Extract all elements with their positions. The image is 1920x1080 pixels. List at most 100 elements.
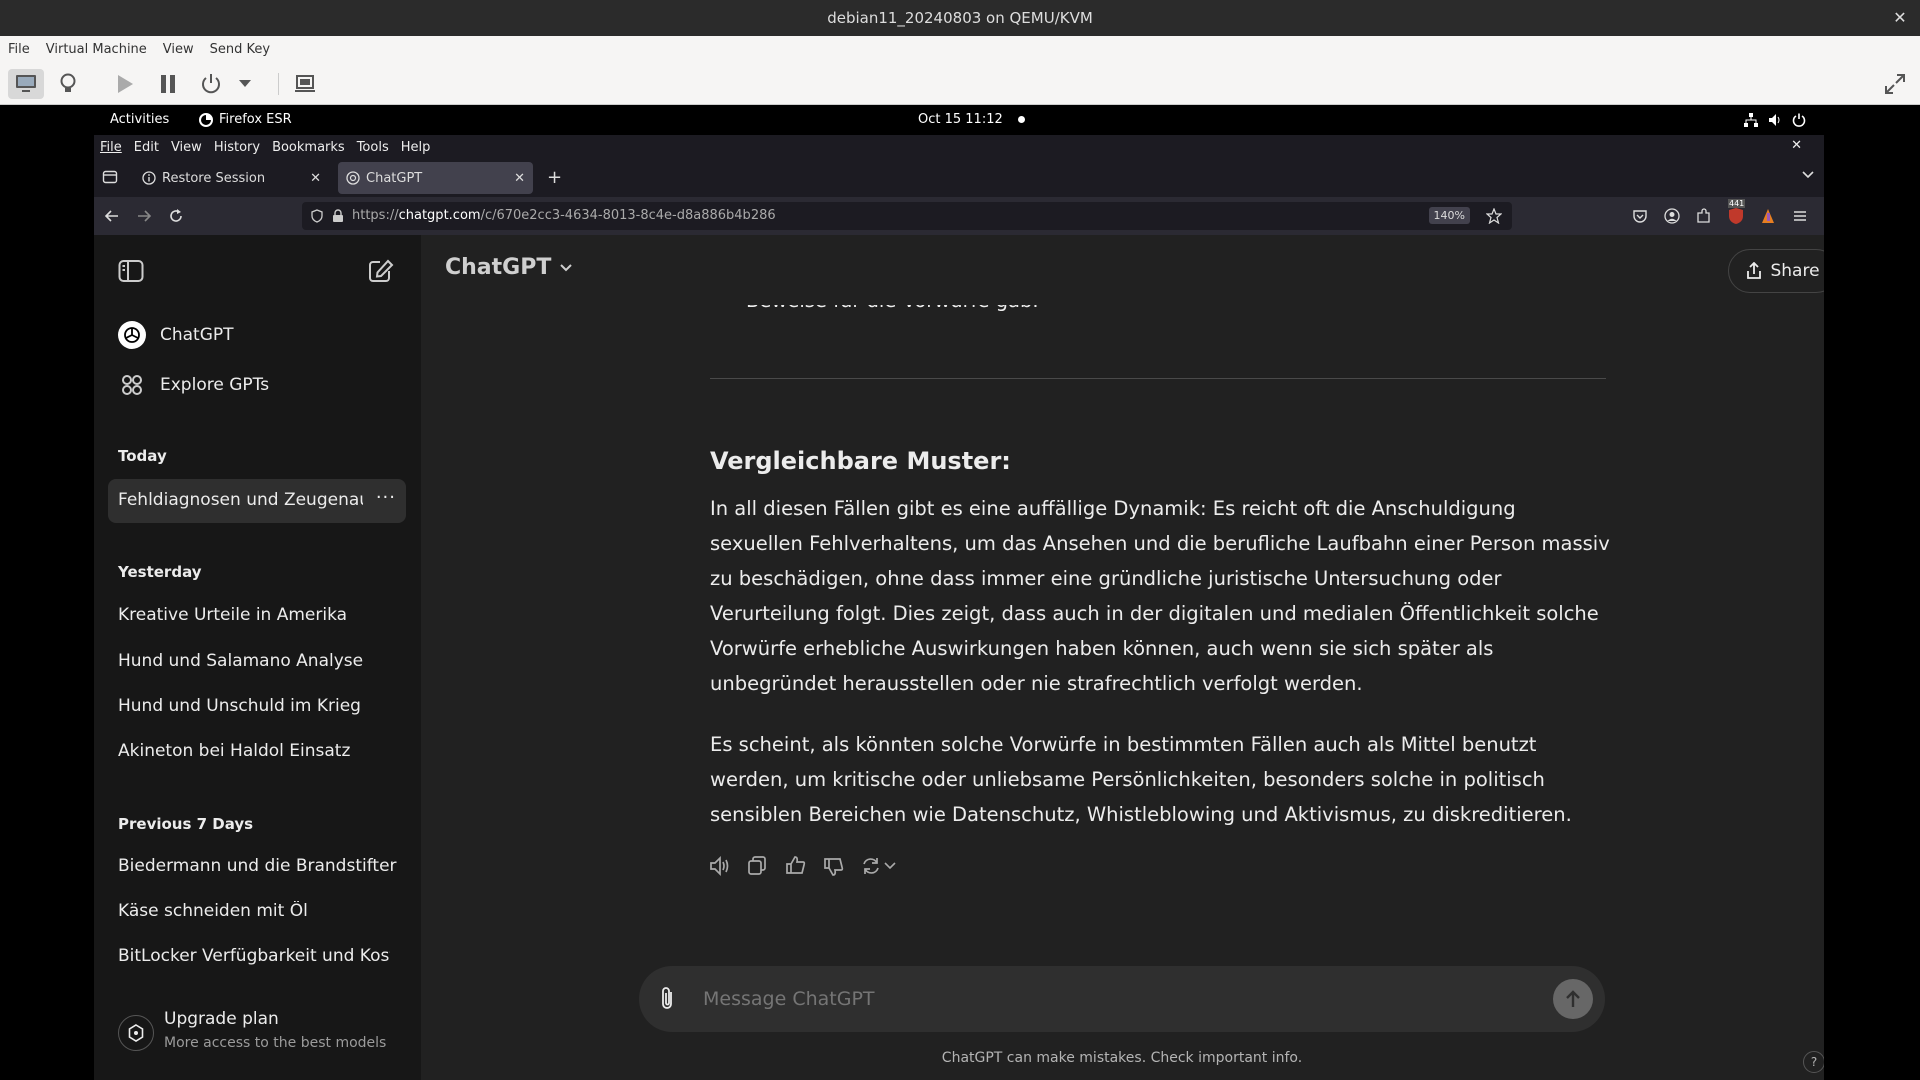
disclaimer: ChatGPT can make mistakes. Check importa… [941,1050,1303,1066]
details-view-button[interactable] [53,69,83,99]
ff-menu-tools[interactable]: Tools [357,140,389,155]
zoom-indicator[interactable]: 140% [1428,207,1470,224]
vm-menu-file[interactable]: File [8,42,30,57]
app-menu[interactable]: Firefox ESR [199,112,292,127]
chat-item[interactable]: BitLocker Verfügbarkeit und Koster [118,946,390,966]
ff-menu-help[interactable]: Help [401,140,431,155]
chevron-down-icon [1802,171,1814,179]
ublock-badge: 441 [1728,199,1746,208]
chat-item[interactable]: Kreative Urteile in Amerika [118,605,398,625]
vm-menubar: File Virtual Machine View Send Key [0,36,1920,63]
divider [710,378,1606,379]
tab-close-icon[interactable]: ✕ [310,171,321,186]
ublock-button[interactable]: 441 [1728,199,1746,225]
pause-button[interactable] [153,69,183,99]
read-aloud-icon[interactable] [708,855,732,877]
arrow-up-icon [1566,990,1580,1007]
response-paragraph: Es scheint, als könnten solche Vorwürfe … [710,733,1572,826]
run-button[interactable] [110,69,140,99]
snapshot-button[interactable] [290,69,320,99]
power-menu-icon[interactable] [1792,113,1806,127]
chat-item[interactable]: Käse schneiden mit Öl [118,901,398,921]
chat-item[interactable]: Hund und Salamano Analyse [118,651,398,671]
network-icon[interactable] [1744,113,1758,127]
tab-chatgpt[interactable]: ChatGPT ✕ [338,162,533,194]
sidebar-toggle-icon [118,260,144,282]
more-options-button[interactable]: ··· [376,487,396,508]
url-bar[interactable]: https://chatgpt.com/c/670e2cc3-4634-8013… [302,202,1512,230]
firefox-view-button[interactable] [102,169,118,185]
new-chat-button[interactable] [368,259,394,283]
sidebar-item-explore-gpts[interactable]: Explore GPTs [118,368,352,402]
ff-menu-edit[interactable]: Edit [134,140,159,155]
vm-close-button[interactable]: ✕ [1890,8,1910,27]
forward-button[interactable] [136,208,152,224]
ff-menu-history[interactable]: History [214,140,260,155]
section-heading-yesterday: Yesterday [118,563,202,581]
extensions-button[interactable] [1696,208,1712,224]
help-button[interactable]: ? [1803,1051,1824,1073]
pause-icon [161,75,175,93]
ff-menu-bookmarks[interactable]: Bookmarks [272,140,345,155]
chat-item[interactable]: Hund und Unschuld im Krieg [118,696,398,716]
monitor-icon [16,75,36,92]
message-input[interactable] [703,983,1523,1015]
thumbs-down-icon[interactable] [822,855,846,877]
shutdown-button[interactable] [196,69,226,99]
shutdown-menu-button[interactable] [235,69,255,99]
upgrade-title: Upgrade plan [164,1009,279,1029]
model-selector[interactable]: ChatGPT [445,255,573,280]
list-all-tabs-button[interactable] [1802,171,1814,179]
clock[interactable]: Oct 15 11:12 [918,112,1003,127]
activities-button[interactable]: Activities [110,112,169,127]
extension-button[interactable] [1760,207,1776,225]
toggle-sidebar-button[interactable] [118,259,144,283]
tab-restore-session[interactable]: Restore Session ✕ [134,162,329,194]
app-menu-button[interactable] [1792,208,1808,224]
chatgpt-page: ChatGPT Explore GPTs Today Fehldiagnosen… [94,235,1824,1080]
ff-menu-file[interactable]: File [100,140,122,155]
volume-icon[interactable] [1768,113,1782,127]
tab-close-icon[interactable]: ✕ [514,171,525,186]
chat-item-active[interactable]: Fehldiagnosen und Zeugenauss ··· [108,479,406,523]
composer [639,966,1605,1032]
firefox-view-icon [102,170,118,184]
pocket-button[interactable] [1632,208,1648,224]
chevron-down-icon [884,862,896,870]
vm-menu-send-key[interactable]: Send Key [210,42,270,57]
vm-menu-virtual-machine[interactable]: Virtual Machine [46,42,147,57]
ff-menu-view[interactable]: View [171,140,202,155]
back-button[interactable] [104,208,120,224]
bookmark-star-icon[interactable] [1486,208,1502,224]
hamburger-icon [1794,211,1806,221]
upgrade-plan-button[interactable]: Upgrade plan More access to the best mod… [118,1007,408,1063]
fullscreen-button[interactable] [1880,69,1910,99]
firefox-close-button[interactable]: ✕ [1791,138,1802,153]
lightbulb-icon [60,73,76,92]
play-icon [118,75,133,93]
section-heading-previous-7-days: Previous 7 Days [118,815,254,833]
thumbs-up-icon[interactable] [784,855,808,877]
regenerate-icon [863,858,879,874]
attach-button[interactable] [659,986,677,1012]
regenerate-button[interactable] [860,855,896,877]
chat-item[interactable]: Biedermann und die Brandstifter [118,856,398,876]
copy-icon[interactable] [746,855,770,877]
share-icon [1747,262,1762,279]
vm-toolbar [0,63,1920,105]
vm-menu-view[interactable]: View [163,42,194,57]
chat-title: Fehldiagnosen und Zeugenauss [118,490,363,510]
send-button[interactable] [1553,979,1593,1019]
vm-window-titlebar: debian11_20240803 on QEMU/KVM [0,0,1920,36]
sidebar-item-chatgpt[interactable]: ChatGPT [118,318,352,352]
account-button[interactable] [1664,208,1680,224]
edit-icon [369,259,394,282]
openai-logo-icon [118,321,146,349]
tracking-shield-icon [311,209,323,223]
new-tab-button[interactable]: + [547,167,562,188]
reload-button[interactable] [168,208,184,224]
console-view-button[interactable] [8,69,44,99]
chat-item[interactable]: Akineton bei Haldol Einsatz [118,741,398,761]
share-button[interactable]: Share [1728,249,1824,293]
guest-screen[interactable]: Activities Firefox ESR Oct 15 11:12 File… [94,105,1824,1080]
